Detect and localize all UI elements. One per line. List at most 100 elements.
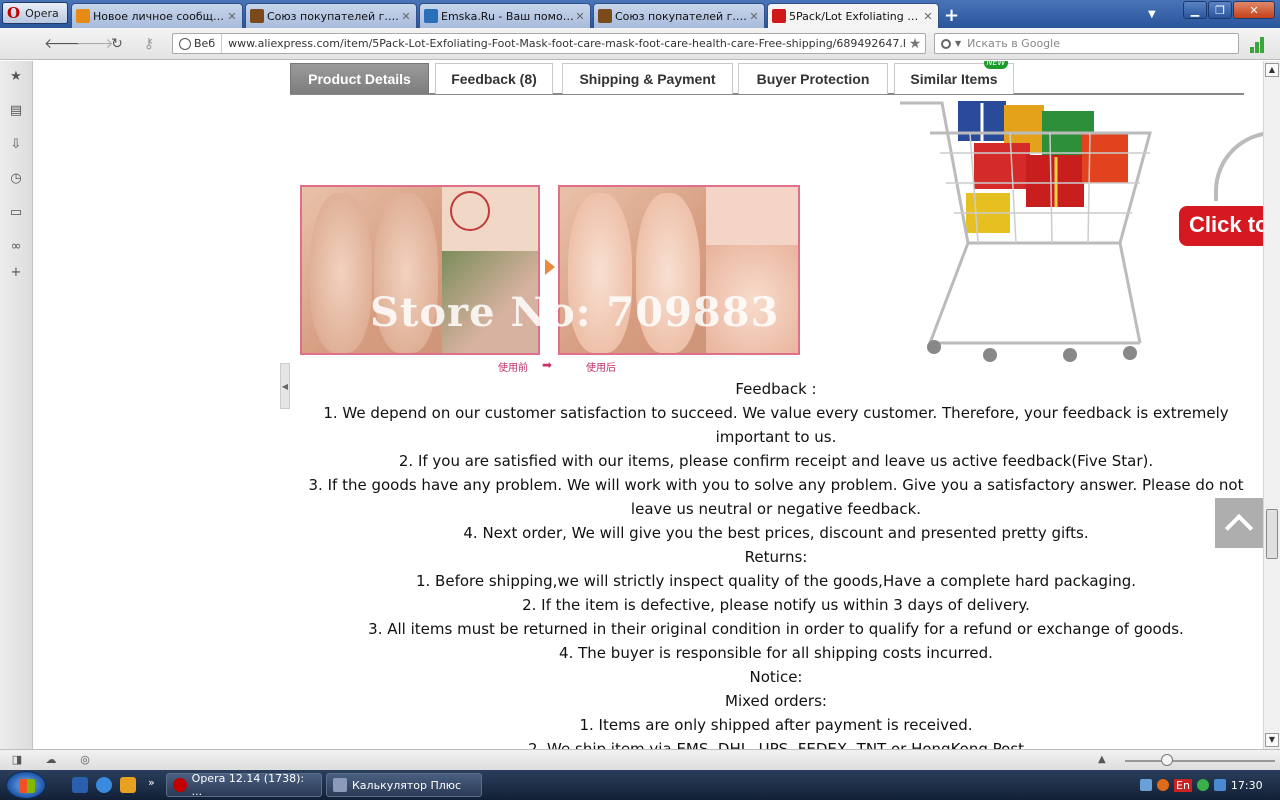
links-icon[interactable]: ∞ [8,239,24,255]
desktop-quicklaunch-icon[interactable] [72,777,88,793]
policy-line: Mixed orders: [725,692,827,710]
close-tab-icon[interactable]: ✕ [574,10,586,23]
taskbar-item-opera[interactable]: Opera 12.14 (1738): ... [166,772,322,798]
new-tab-button[interactable]: + [944,5,959,26]
close-tab-icon[interactable]: ✕ [226,10,238,23]
taskbar-clock[interactable]: 17:30 [1231,779,1263,792]
close-window-button[interactable]: ✕ [1233,1,1275,19]
click-to-banner[interactable]: Click to [1179,206,1263,246]
forward-button[interactable]: 🡒 [76,36,114,52]
taskbar-item-calculator[interactable]: Калькулятор Плюс [326,773,482,797]
policy-line: Returns: [744,548,808,566]
search-engine-dropdown-icon[interactable]: ▼ [955,39,961,48]
windows-taskbar: » Opera 12.14 (1738): ... Калькулятор Пл… [0,770,1280,800]
browser-tab-title: Союз покупателей г. Б... [615,9,748,23]
speed-dial-signal-icon[interactable] [1250,35,1268,53]
chevron-up-icon [1224,513,1254,543]
browser-tab[interactable]: Союз покупателей г. Б... ✕ [245,3,417,28]
scroll-up-arrow-icon[interactable]: ▲ [1265,63,1279,77]
address-badge[interactable]: Веб [173,34,223,53]
tab-feedback[interactable]: Feedback (8) [435,63,553,94]
opera-logo-icon: O [7,4,21,22]
taskbar-item-label: Opera 12.14 (1738): ... [191,772,305,798]
bookmark-star-icon[interactable]: ★ [905,36,925,52]
tab-list-dropdown[interactable]: ▼ [1148,9,1156,20]
vertical-scrollbar[interactable]: ▲ ▼ [1263,61,1280,749]
history-clock-icon[interactable]: ◷ [8,171,24,187]
downloads-icon[interactable]: ⇩ [8,137,24,153]
store-watermark: Store No: 709883 [370,289,780,336]
browser-tab-title: Новое личное сообщен... [93,9,226,23]
address-field[interactable]: Веб www.aliexpress.com/item/5Pack-Lot-Ex… [172,33,926,54]
shopping-cart-image [900,101,1152,362]
maximize-button[interactable]: ❐ [1208,1,1232,19]
policy-line: 1. Items are only shipped after payment … [579,716,973,734]
browser-tab[interactable]: Новое личное сообщен... ✕ [71,3,243,28]
wifi-tray-icon[interactable] [1196,779,1209,791]
policy-line: Notice: [749,668,803,686]
caption-arrow-icon: ➡ [542,358,553,372]
policy-line: 4. Next order, We will give you the best… [463,524,1089,542]
opera-unite-cloud-icon[interactable]: ☁ [44,753,58,767]
sp31-icon [598,9,612,23]
page-content: ◀ Product Details Feedback (8) Shipping … [34,61,1263,749]
tab-product-details[interactable]: Product Details [290,63,429,94]
opera-menu-button[interactable]: O Opera [2,2,68,24]
close-tab-icon[interactable]: ✕ [922,10,934,23]
minimize-button[interactable]: ▁ [1183,1,1207,19]
arrow-icon [545,259,555,275]
windows-panel-icon[interactable]: ▭ [8,205,24,221]
windows-logo-icon [19,779,35,793]
caption-before: 使用前 [498,363,528,374]
browser-tab[interactable]: Emska.Ru - Ваш помощн...✕ [419,3,591,28]
browser-tab[interactable]: Союз покупателей г. Б... ✕ [593,3,765,28]
panel-toggle-icon[interactable]: ◨ [10,753,24,767]
policy-line: 1. We depend on our customer satisfactio… [323,404,1229,446]
reload-button[interactable]: ↻ [108,36,126,52]
policy-text: Feedback : 1. We depend on our customer s… [298,377,1254,749]
turbo-icon[interactable]: ◎ [78,753,92,767]
zoom-slider[interactable] [1125,760,1275,762]
zoom-arrow-icon[interactable]: ▲ [1098,754,1106,765]
new-badge: NEW [984,61,1008,69]
opera-taskbar-icon [173,778,187,792]
app-tray-icon[interactable] [1157,779,1169,791]
tab-shipping-payment[interactable]: Shipping & Payment [562,63,733,94]
network-tray-icon[interactable] [1140,779,1152,791]
internet-explorer-icon[interactable] [96,777,112,793]
browser-tab[interactable]: 5Pack/Lot Exfoliating Fo... ✕ [767,3,939,28]
opera-panel-sidebar: ★ ▤ ⇩ ◷ ▭ ∞ + [0,61,33,749]
back-button[interactable]: 🡐 [44,36,82,52]
address-url[interactable]: www.aliexpress.com/item/5Pack-Lot-Exfoli… [222,37,905,50]
tab-buyer-protection[interactable]: Buyer Protection [738,63,888,94]
close-tab-icon[interactable]: ✕ [400,10,412,23]
search-placeholder: Искать в Google [967,37,1060,50]
search-field[interactable]: ▼ Искать в Google [934,33,1239,54]
notes-icon[interactable]: ▤ [8,103,24,119]
quicklaunch-more-icon[interactable]: » [148,776,155,789]
bookmarks-star-icon[interactable]: ★ [8,69,24,85]
start-button[interactable] [6,771,46,799]
display-tray-icon[interactable] [1213,779,1226,791]
product-image-before-after [300,185,802,371]
wand-key-icon[interactable]: ⚷ [140,36,158,52]
policy-line: 2. We ship item via EMS, DHL, UPS, FEDEX… [527,740,1025,749]
cart-icon [772,9,786,23]
search-icon [941,38,951,49]
browser-tab-title: Emska.Ru - Ваш помощн... [441,9,574,23]
address-badge-label: Веб [194,37,216,50]
navigation-bar: 🡐 🡒 ↻ ⚷ Веб www.aliexpress.com/item/5Pac… [0,28,1280,60]
language-indicator[interactable]: En [1174,778,1192,792]
close-tab-icon[interactable]: ✕ [748,10,760,23]
calculator-taskbar-icon [333,778,347,792]
sp31-icon [250,9,264,23]
media-player-icon[interactable] [120,777,136,793]
zoom-slider-knob[interactable] [1161,754,1173,766]
scrollbar-thumb[interactable] [1266,509,1278,559]
collapse-panel-handle[interactable]: ◀ [280,363,290,409]
back-to-top-button[interactable] [1215,498,1263,548]
scroll-down-arrow-icon[interactable]: ▼ [1265,733,1279,747]
add-panel-icon[interactable]: + [8,265,24,281]
product-tabs: Product Details Feedback (8) Shipping & … [290,63,1244,95]
system-tray: En 17:30 [1140,770,1280,800]
